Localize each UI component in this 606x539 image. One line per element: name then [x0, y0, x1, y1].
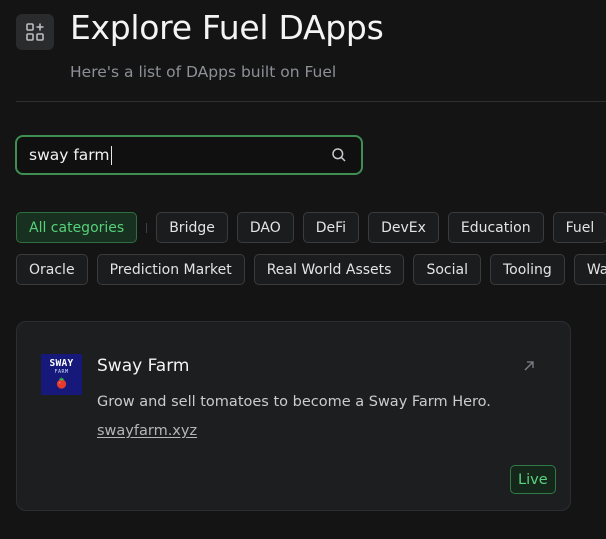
category-filter-row: All categories Bridge DAO DeFi DevEx Edu…: [16, 212, 606, 243]
category-chip-dao[interactable]: DAO: [236, 212, 294, 243]
dapp-name[interactable]: Sway Farm: [97, 356, 189, 376]
category-all-chip[interactable]: All categories: [16, 212, 138, 243]
logo-text: SWAY: [49, 358, 74, 369]
external-arrow-icon[interactable]: [522, 359, 536, 373]
page-subtitle: Here's a list of DApps built on Fuel: [70, 63, 337, 81]
category-chip-bridge[interactable]: Bridge: [156, 212, 228, 243]
category-chip-devex[interactable]: DevEx: [368, 212, 439, 243]
sway-farm-logo: SWAY FARM: [41, 354, 82, 395]
category-chip-prediction-market[interactable]: Prediction Market: [96, 254, 245, 285]
page-title: Explore Fuel DApps: [70, 8, 384, 47]
category-chip-defi[interactable]: DeFi: [302, 212, 360, 243]
dapp-description: Grow and sell tomatoes to become a Sway …: [97, 394, 491, 410]
search-input[interactable]: [17, 137, 329, 173]
dapp-website-link[interactable]: swayfarm.xyz: [97, 423, 197, 439]
dapp-card[interactable]: SWAY FARM Sway Farm Grow and sell tomato…: [16, 321, 571, 511]
grid-plus-icon: [16, 14, 54, 50]
category-filter-row: Oracle Prediction Market Real World Asse…: [16, 254, 606, 285]
category-chip-fuel[interactable]: Fuel: [552, 212, 606, 243]
category-chip-wallet[interactable]: Wa: [573, 254, 606, 285]
category-chip-real-world-assets[interactable]: Real World Assets: [253, 254, 405, 285]
status-badge: Live: [510, 465, 556, 494]
logo-subtext: FARM: [54, 368, 69, 375]
category-chip-tooling[interactable]: Tooling: [489, 254, 565, 285]
category-separator: [146, 222, 148, 233]
tomato-icon: [56, 376, 67, 389]
category-chip-social[interactable]: Social: [413, 254, 481, 285]
explore-dapps-page: Explore Fuel DApps Here's a list of DApp…: [0, 0, 606, 539]
text-caret: [111, 146, 112, 165]
category-chip-education[interactable]: Education: [447, 212, 544, 243]
header-divider: [16, 101, 606, 102]
search-box[interactable]: [15, 135, 363, 175]
search-icon[interactable]: [329, 145, 349, 165]
category-chip-oracle[interactable]: Oracle: [16, 254, 88, 285]
